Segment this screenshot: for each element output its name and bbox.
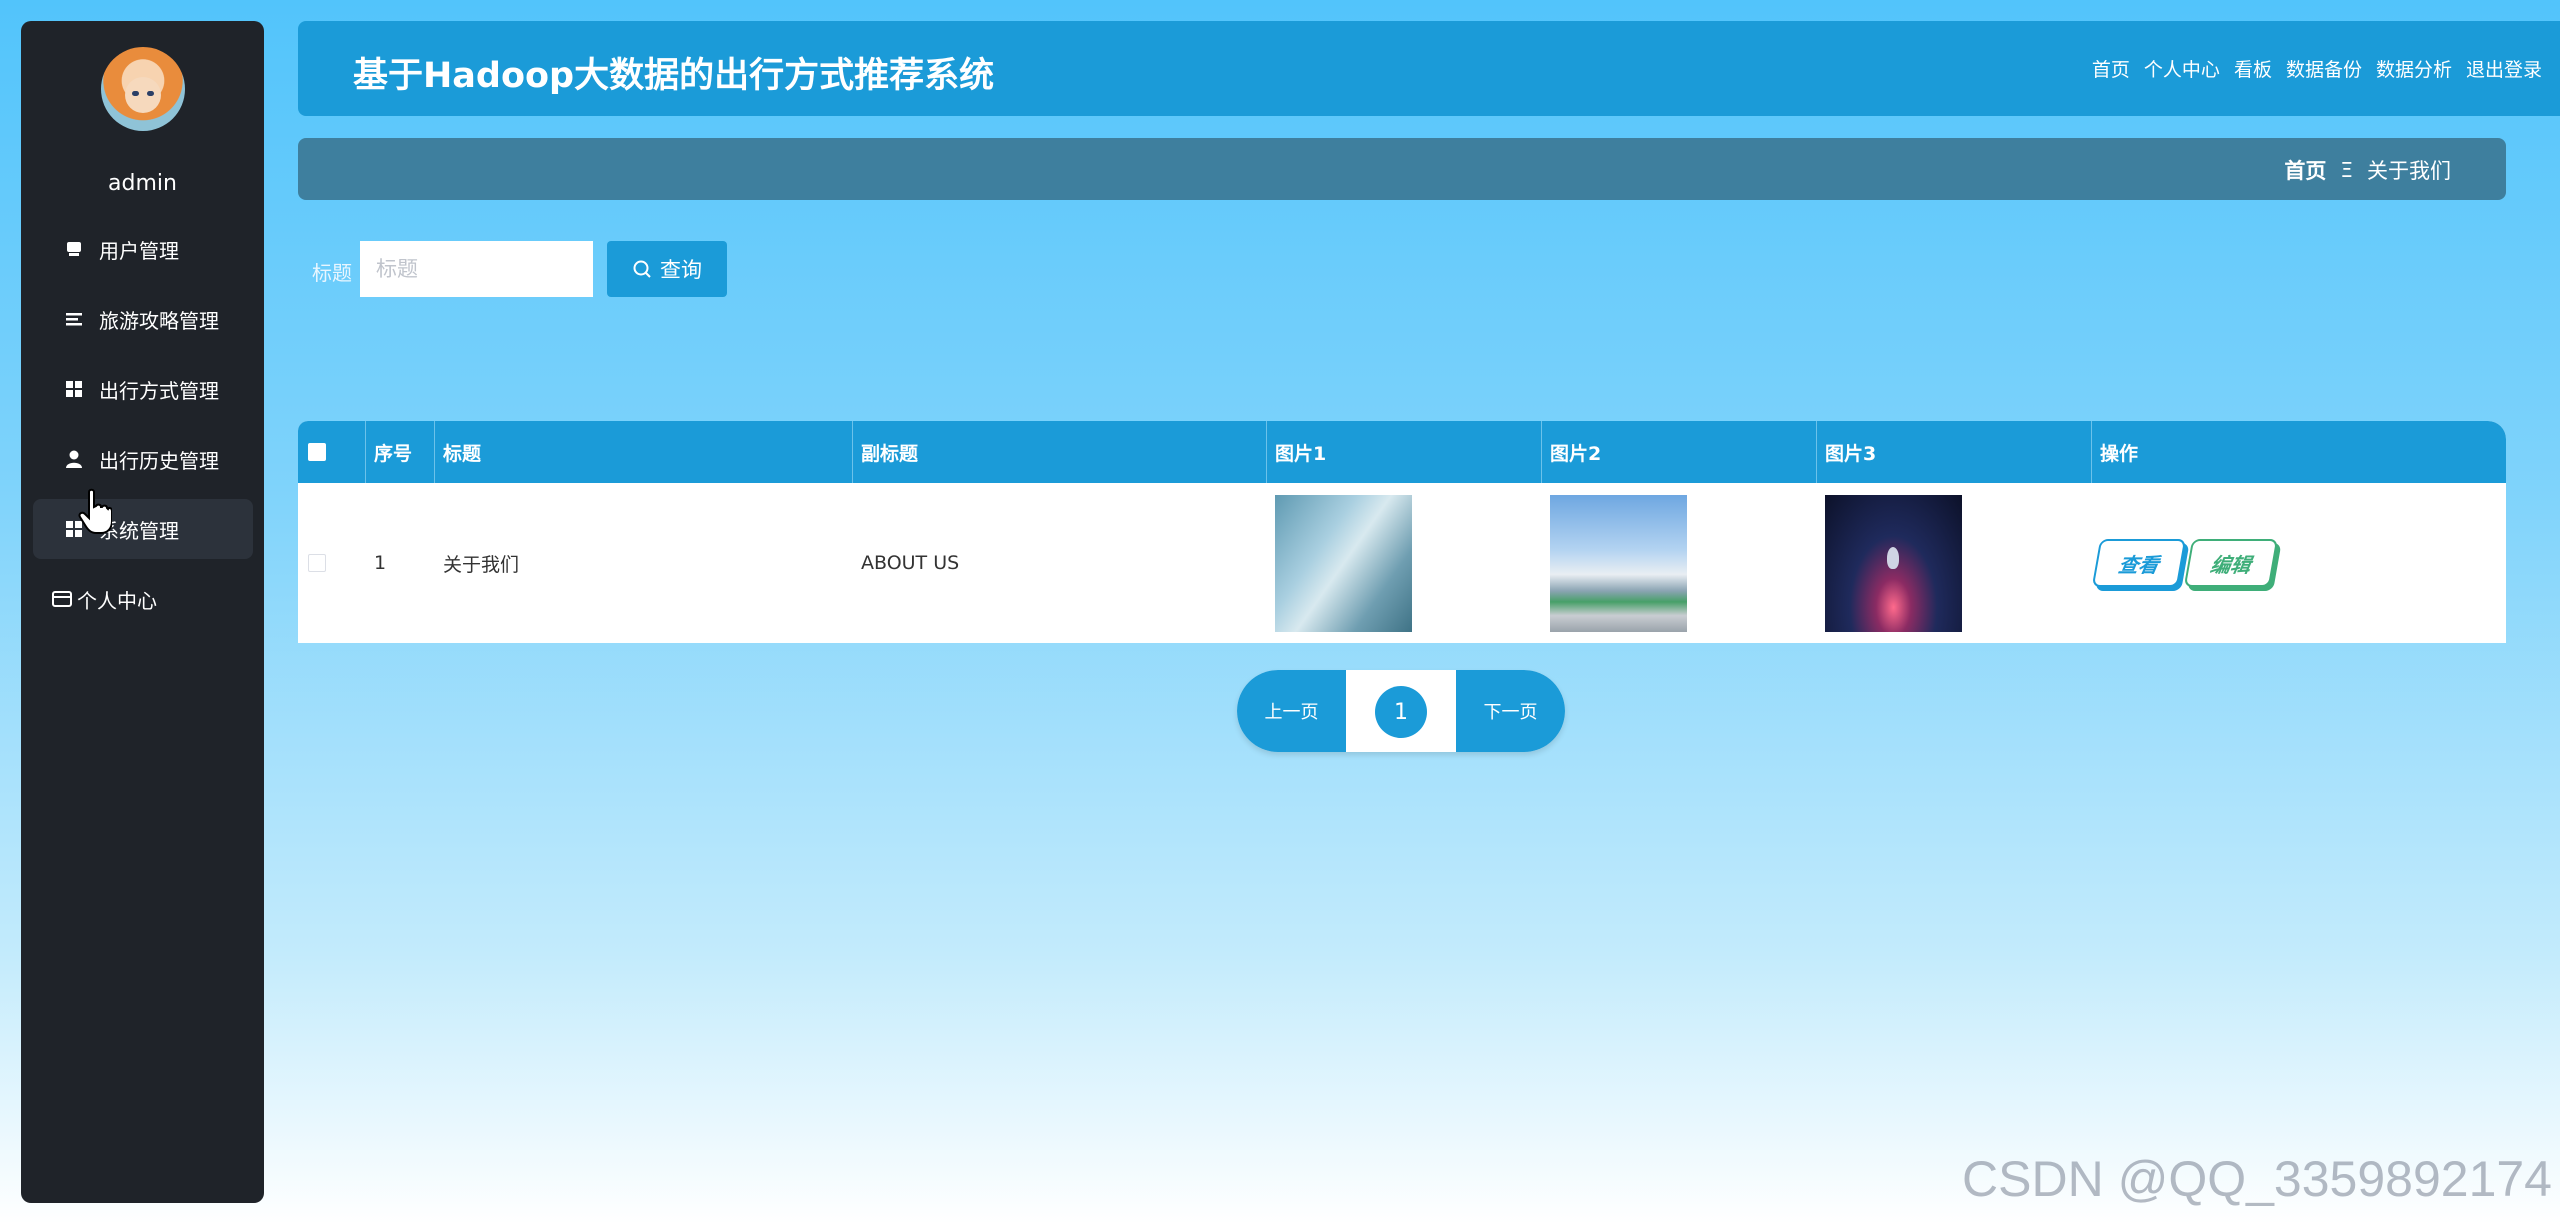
sidebar: admin 用户管理 旅游攻略管理 出行方式管理 出行历史管理 系统管理 个人中… [21, 21, 264, 1203]
nav-logout[interactable]: 退出登录 [2466, 55, 2542, 82]
pagination: 上一页 1 下一页 [1237, 670, 1565, 752]
column-header-actions: 操作 [2100, 442, 2139, 465]
column-header-image1: 图片1 [1267, 421, 1542, 483]
cell-subtitle: ABOUT US [861, 552, 960, 574]
sidebar-item-label: 旅游攻略管理 [99, 308, 219, 333]
table-header: 序号 标题 副标题 图片1 图片2 图片3 操作 [298, 421, 2506, 483]
list-icon [63, 308, 85, 330]
avatar-face [125, 77, 161, 113]
watermark: CSDN @QQ_3359892174 [1962, 1151, 2552, 1207]
sidebar-item-personal-center[interactable]: 个人中心 [33, 569, 253, 629]
hand-cursor-icon [78, 488, 112, 534]
select-all-checkbox[interactable] [308, 443, 326, 461]
page-number[interactable]: 1 [1375, 686, 1427, 738]
view-button[interactable]: 查看 [2091, 539, 2187, 587]
thumbnail-image[interactable] [1275, 494, 1412, 632]
column-header-subtitle: 副标题 [853, 421, 1267, 483]
search-icon [633, 260, 651, 278]
cell-actions: 查看 编辑 [2091, 483, 2506, 643]
cell-image3 [1817, 483, 2092, 643]
nav-dashboard[interactable]: 看板 [2234, 55, 2272, 82]
cell-title: 关于我们 [443, 553, 520, 576]
cell-image2 [1542, 483, 1817, 643]
person-icon [63, 448, 85, 470]
avatar[interactable] [101, 47, 185, 131]
breadcrumb-bar: 首页 Ξ 关于我们 [298, 138, 2506, 200]
sidebar-item-travel-guides[interactable]: 旅游攻略管理 [33, 289, 253, 349]
breadcrumb-home[interactable]: 首页 [2284, 155, 2326, 185]
breadcrumb-current: 关于我们 [2367, 159, 2451, 183]
app-title: 基于Hadoop大数据的出行方式推荐系统 [353, 56, 995, 96]
grid-icon [63, 378, 85, 400]
sidebar-item-label: 出行历史管理 [99, 448, 219, 473]
search-button[interactable]: 查询 [607, 241, 727, 297]
avatar-eye [132, 91, 139, 96]
search-label: 标题 [312, 261, 352, 285]
cell-index: 1 [374, 552, 387, 574]
nav-data-analysis[interactable]: 数据分析 [2376, 55, 2452, 82]
prev-page-button[interactable]: 上一页 [1237, 670, 1346, 752]
cell-image1 [1267, 483, 1542, 643]
top-nav: 首页 个人中心 看板 数据备份 数据分析 退出登录 [2092, 55, 2542, 82]
nav-data-backup[interactable]: 数据备份 [2286, 55, 2362, 82]
username: admin [108, 171, 177, 196]
sidebar-item-label: 出行方式管理 [99, 378, 219, 403]
edit-button[interactable]: 编辑 [2183, 539, 2279, 587]
sidebar-item-travel-modes[interactable]: 出行方式管理 [33, 359, 253, 419]
thumbnail-image[interactable] [1825, 494, 1962, 632]
column-header-title: 标题 [435, 421, 853, 483]
sidebar-item-user-management[interactable]: 用户管理 [33, 219, 253, 279]
avatar-eye [147, 91, 154, 96]
data-table: 序号 标题 副标题 图片1 图片2 图片3 操作 1 关于我们 ABOUT US… [298, 421, 2506, 643]
breadcrumb: 首页 Ξ 关于我们 [2284, 155, 2451, 185]
column-header-image2: 图片2 [1542, 421, 1817, 483]
user-card-icon [63, 238, 85, 260]
column-header-index: 序号 [366, 421, 435, 483]
breadcrumb-separator: Ξ [2340, 158, 2353, 182]
search-button-label: 查询 [660, 258, 702, 282]
column-header-image3: 图片3 [1817, 421, 2092, 483]
sidebar-menu: 用户管理 旅游攻略管理 出行方式管理 出行历史管理 系统管理 个人中心 [33, 219, 253, 639]
next-page-button[interactable]: 下一页 [1456, 670, 1565, 752]
header-bar: 基于Hadoop大数据的出行方式推荐系统 首页 个人中心 看板 数据备份 数据分… [298, 21, 2560, 116]
row-checkbox[interactable] [308, 554, 326, 572]
search-input[interactable] [360, 241, 593, 297]
sidebar-item-label: 用户管理 [99, 238, 179, 263]
sidebar-item-travel-history[interactable]: 出行历史管理 [33, 429, 253, 489]
nav-personal-center[interactable]: 个人中心 [2144, 55, 2220, 82]
thumbnail-image[interactable] [1550, 494, 1687, 632]
row-checkbox-cell [298, 483, 366, 643]
header-checkbox-cell [298, 421, 366, 483]
sidebar-item-label: 个人中心 [77, 588, 157, 613]
sidebar-item-system-management[interactable]: 系统管理 [33, 499, 253, 559]
nav-home[interactable]: 首页 [2092, 55, 2130, 82]
wallet-icon [51, 588, 73, 610]
